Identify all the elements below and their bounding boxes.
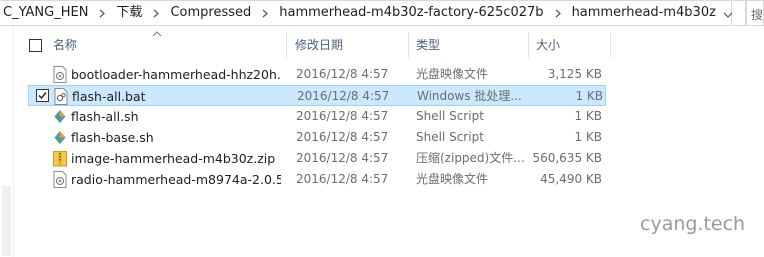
- breadcrumb-item-downloads[interactable]: 下载: [112, 1, 146, 25]
- breadcrumb: C_YANG_HEN 下载 Compressed hammerhead-m4b3…: [0, 0, 733, 26]
- watermark: cyang.tech: [640, 213, 746, 235]
- breadcrumb-item-current[interactable]: hammerhead-m4b30z: [568, 1, 720, 25]
- column-header-name[interactable]: 名称: [53, 30, 77, 60]
- file-size: 3,125 KB: [547, 67, 602, 81]
- breadcrumb-separator-icon[interactable]: [548, 1, 568, 25]
- file-row[interactable]: flash-all.sh 2016/12/8 4:57 Shell Script…: [28, 106, 606, 127]
- shell-script-icon: [53, 108, 67, 125]
- file-name: flash-base.sh: [71, 130, 154, 145]
- file-name: flash-all.bat: [72, 89, 146, 104]
- file-date: 2016/12/8 4:57: [296, 172, 389, 186]
- file-type: 光盘映像文件: [416, 172, 489, 186]
- breadcrumb-item-factory[interactable]: hammerhead-m4b30z-factory-625c027b: [275, 1, 547, 25]
- file-name: bootloader-hammerhead-hhz20h.i...: [71, 67, 281, 82]
- navigation-pane-scrollbar[interactable]: [0, 26, 14, 257]
- scrollbar-thumb[interactable]: [2, 186, 11, 256]
- column-header-date[interactable]: 修改日期: [295, 30, 343, 60]
- column-divider[interactable]: [408, 32, 409, 58]
- column-header-type[interactable]: 类型: [416, 30, 440, 60]
- file-row[interactable]: bootloader-hammerhead-hhz20h.i... 2016/1…: [28, 64, 606, 85]
- file-date: 2016/12/8 4:57: [296, 109, 389, 123]
- disc-image-icon: [53, 171, 67, 188]
- file-row[interactable]: image-hammerhead-m4b30z.zip 2016/12/8 4:…: [28, 148, 606, 169]
- file-name: flash-all.sh: [71, 109, 139, 124]
- file-type: Windows 批处理...: [417, 89, 522, 103]
- file-type: 压缩(zipped)文件...: [416, 151, 525, 165]
- file-date: 2016/12/8 4:57: [297, 89, 390, 103]
- chevron-down-icon[interactable]: [723, 9, 733, 19]
- file-date: 2016/12/8 4:57: [296, 130, 389, 144]
- file-row[interactable]: radio-hammerhead-m8974a-2.0.5... 2016/12…: [28, 169, 606, 190]
- breadcrumb-item-user[interactable]: C_YANG_HEN: [0, 1, 92, 25]
- file-size: 45,490 KB: [540, 172, 602, 186]
- column-divider[interactable]: [528, 32, 529, 58]
- file-size: 1 KB: [575, 89, 603, 103]
- breadcrumb-item-compressed[interactable]: Compressed: [166, 1, 255, 25]
- column-header-row: 名称 修改日期 类型 大小: [24, 30, 612, 60]
- file-name: radio-hammerhead-m8974a-2.0.5...: [71, 172, 281, 187]
- file-row-selected[interactable]: flash-all.bat 2016/12/8 4:57 Windows 批处理…: [28, 85, 606, 106]
- address-bar: C_YANG_HEN 下载 Compressed hammerhead-m4b3…: [0, 0, 764, 26]
- file-size: 560,635 KB: [532, 151, 602, 165]
- disc-image-icon: [53, 66, 67, 83]
- row-checkbox[interactable]: [36, 89, 49, 102]
- file-name: image-hammerhead-m4b30z.zip: [71, 151, 276, 166]
- search-placeholder: 搜: [751, 8, 764, 22]
- search-input[interactable]: 搜: [746, 0, 764, 26]
- breadcrumb-separator-icon[interactable]: [92, 1, 112, 25]
- column-header-size[interactable]: 大小: [536, 30, 560, 60]
- breadcrumb-separator-icon[interactable]: [146, 1, 166, 25]
- file-type: Shell Script: [416, 130, 484, 144]
- file-row[interactable]: flash-base.sh 2016/12/8 4:57 Shell Scrip…: [28, 127, 606, 148]
- refresh-button[interactable]: [733, 0, 746, 26]
- zip-folder-icon: [53, 150, 67, 167]
- file-date: 2016/12/8 4:57: [296, 151, 389, 165]
- file-type: 光盘映像文件: [416, 67, 489, 81]
- column-divider[interactable]: [610, 32, 611, 58]
- file-date: 2016/12/8 4:57: [296, 67, 389, 81]
- shell-script-icon: [53, 129, 67, 146]
- file-size: 1 KB: [574, 109, 602, 123]
- breadcrumb-separator-icon[interactable]: [255, 1, 275, 25]
- column-divider[interactable]: [286, 32, 287, 58]
- batch-file-icon: [54, 88, 68, 105]
- file-type: Shell Script: [416, 109, 484, 123]
- file-size: 1 KB: [574, 130, 602, 144]
